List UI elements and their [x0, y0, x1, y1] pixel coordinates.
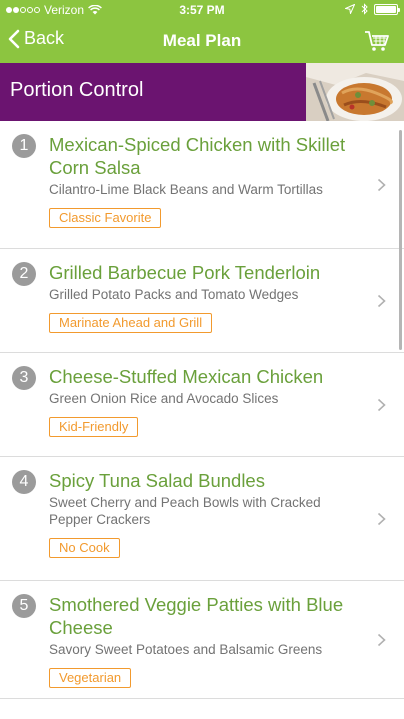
chevron-right-icon	[377, 633, 386, 647]
meal-title: Smothered Veggie Patties with Blue Chees…	[49, 594, 344, 638]
meal-number-badge: 1	[12, 134, 36, 158]
meal-tag: Classic Favorite	[49, 208, 162, 228]
meal-sides: Sweet Cherry and Peach Bowls with Cracke…	[49, 495, 321, 527]
chevron-right-icon	[377, 178, 386, 192]
meal-list: 1 Mexican-Spiced Chicken with Skillet Cor…	[0, 121, 404, 699]
meal-title: Cheese-Stuffed Mexican Chicken	[49, 366, 324, 387]
meal-row[interactable]: 4 Spicy Tuna Salad Bundles Sweet Cherry an…	[0, 457, 404, 581]
status-bar: Verizon 3:57 PM	[0, 0, 404, 20]
status-time: 3:57 PM	[179, 3, 225, 17]
chevron-right-icon	[377, 294, 386, 308]
meal-number-badge: 4	[12, 470, 36, 494]
meal-sides: Green Onion Rice and Avocado Slices	[49, 391, 279, 406]
meal-number-badge: 5	[12, 594, 36, 618]
back-label: Back	[24, 28, 65, 48]
meal-row[interactable]: 5 Smothered Veggie Patties with Blue Chee…	[0, 581, 404, 699]
meal-sides: Grilled Potato Packs and Tomato Wedges	[49, 287, 299, 302]
meal-sides: Cilantro-Lime Black Beans and Warm Torti…	[49, 182, 323, 197]
meal-title: Spicy Tuna Salad Bundles	[49, 470, 265, 491]
navigation-bar: Back Meal Plan	[0, 20, 404, 63]
meal-title: Mexican-Spiced Chicken with Skillet Corn…	[49, 134, 346, 178]
meal-number-badge: 3	[12, 366, 36, 390]
shopping-cart-icon[interactable]	[364, 28, 390, 54]
meal-row[interactable]: 3 Cheese-Stuffed Mexican Chicken Green Oni…	[0, 353, 404, 457]
meal-sides: Savory Sweet Potatoes and Balsamic Green…	[49, 642, 323, 657]
meal-tag: Kid-Friendly	[49, 417, 139, 437]
back-button[interactable]: Back	[8, 28, 64, 49]
meal-row[interactable]: 1 Mexican-Spiced Chicken with Skillet Cor…	[0, 121, 404, 249]
banner-title: Portion Control	[10, 79, 144, 101]
meal-tag: No Cook	[49, 538, 120, 558]
bluetooth-icon	[361, 3, 368, 15]
meal-title: Grilled Barbecue Pork Tenderloin	[49, 262, 321, 283]
meal-tag: Marinate Ahead and Grill	[49, 313, 213, 333]
food-photo	[306, 63, 404, 121]
location-icon	[345, 4, 355, 14]
chevron-right-icon	[377, 398, 386, 412]
scrollbar[interactable]	[399, 130, 402, 350]
meal-row[interactable]: 2 Grilled Barbecue Pork Tenderloin Grilled…	[0, 249, 404, 353]
chevron-right-icon	[377, 512, 386, 526]
chevron-left-icon	[8, 29, 20, 48]
meal-tag: Vegetarian	[49, 668, 132, 688]
battery-icon	[374, 3, 400, 15]
section-banner: Portion Control	[0, 63, 404, 121]
top-bar: Verizon 3:57 PM Back Meal Plan	[0, 0, 404, 63]
meal-number-badge: 2	[12, 262, 36, 286]
